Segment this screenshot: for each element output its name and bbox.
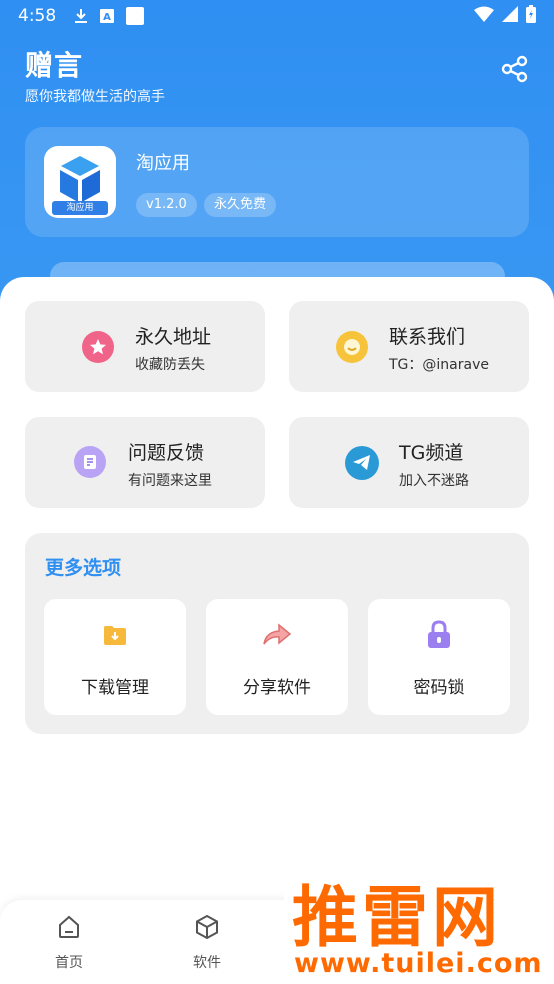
cube-icon [194,914,220,944]
chat-icon [336,331,368,363]
app-info-card: 淘应用 淘应用 v1.2.0 永久免费 [25,127,529,237]
option-label: 密码锁 [413,678,465,698]
watermark: 推雷网 www.tuilei.com [284,864,554,984]
tile-subtitle: 有问题来这里 [128,473,212,489]
status-time: 4:58 [18,6,57,26]
star-icon [82,331,114,363]
free-badge: 永久免费 [204,193,277,217]
option-share-software[interactable]: 分享软件 [206,599,348,715]
app-logo-label: 淘应用 [52,201,108,215]
share-arrow-icon [261,619,293,651]
tile-contact-us[interactable]: 联系我们 TG：@inarave [289,301,529,392]
download-icon [74,8,88,24]
tile-permanent-address[interactable]: 永久地址 收藏防丢失 [25,301,265,392]
tile-feedback[interactable]: 问题反馈 有问题来这里 [25,417,265,508]
battery-icon [526,4,536,28]
more-options-panel: 更多选项 下载管理 分享软件 密码锁 [25,533,529,734]
option-label: 分享软件 [243,678,311,698]
tile-tg-channel[interactable]: TG频道 加入不迷路 [289,417,529,508]
app-name: 淘应用 [136,153,190,174]
tile-subtitle: 收藏防丢失 [135,357,205,373]
folder-download-icon [99,619,131,651]
nav-label: 软件 [193,955,221,971]
app-screen: 4:58 A 赠言 愿你我都做生活的高手 淘应用 淘应用 v1.2.0 永久免费… [0,0,554,984]
home-icon [56,914,82,944]
app-header: 赠言 愿你我都做生活的高手 [25,44,165,106]
lock-icon [423,619,455,651]
watermark-url: www.tuilei.com [294,948,543,979]
tile-title: 问题反馈 [128,442,205,464]
status-right-icons [474,4,536,28]
svg-text:A: A [103,12,111,23]
signal-icon [502,5,518,27]
page-title: 赠言 [25,49,84,82]
tile-title: 联系我们 [389,326,466,348]
more-options-title: 更多选项 [45,557,122,579]
telegram-icon [345,446,379,480]
a-icon: A [100,9,115,23]
nav-software[interactable]: 软件 [167,914,247,976]
app-logo: 淘应用 [44,146,116,218]
page-subtitle: 愿你我都做生活的高手 [25,89,165,105]
option-password-lock[interactable]: 密码锁 [368,599,510,715]
share-button[interactable] [500,55,530,87]
square-icon [126,7,145,25]
wifi-icon [474,6,494,27]
share-icon [501,55,529,87]
version-badge: v1.2.0 [136,193,197,217]
tile-title: 永久地址 [135,326,212,348]
nav-label: 首页 [55,955,83,971]
nav-home[interactable]: 首页 [29,914,109,976]
tile-title: TG频道 [399,442,464,464]
option-label: 下载管理 [81,678,149,698]
feedback-icon [74,446,106,478]
watermark-brand: 推雷网 [292,879,502,956]
option-download-manager[interactable]: 下载管理 [44,599,186,715]
status-bar: 4:58 A [0,0,554,32]
tile-subtitle: TG：@inarave [389,357,489,373]
tile-subtitle: 加入不迷路 [399,473,469,489]
